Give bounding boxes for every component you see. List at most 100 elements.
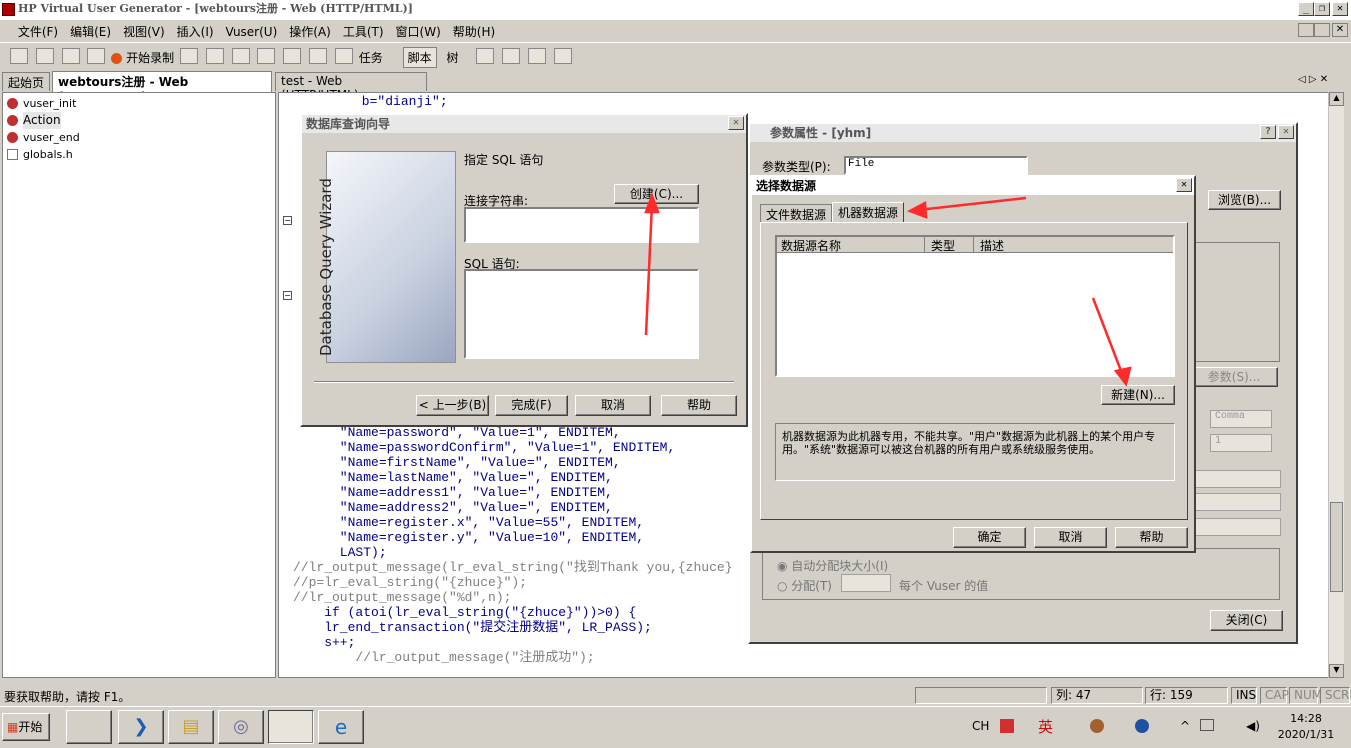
compile-icon[interactable]: [257, 48, 276, 64]
tree-view-button[interactable]: 树: [446, 49, 458, 66]
explorer-icon[interactable]: ▤: [168, 710, 214, 744]
volume-icon[interactable]: ◀): [1246, 719, 1260, 733]
collapse-icon[interactable]: −: [283, 291, 292, 300]
menu-edit[interactable]: 编辑(E): [64, 20, 117, 43]
alloc-count-input[interactable]: [841, 574, 891, 592]
cascade-icon[interactable]: [553, 48, 572, 64]
ime-indicator[interactable]: 英: [1038, 716, 1053, 737]
tab-start-page[interactable]: 起始页: [2, 72, 50, 91]
param-type-select[interactable]: File: [844, 156, 1028, 175]
scroll-down-arrow[interactable]: ▼: [1329, 664, 1344, 678]
connection-string-input[interactable]: [464, 207, 699, 243]
tray-icon[interactable]: [1135, 719, 1149, 733]
record-button[interactable]: 开始录制: [111, 49, 174, 66]
tray-icon[interactable]: [1090, 719, 1104, 733]
help-button[interactable]: 帮助: [661, 395, 737, 416]
cancel-button[interactable]: 取消: [575, 395, 651, 416]
run-icon[interactable]: [179, 48, 198, 64]
vugen-taskbar-icon[interactable]: [268, 710, 314, 744]
column-name-header[interactable]: 数据源名称: [781, 237, 841, 254]
scroll-up-arrow[interactable]: ▲: [1329, 92, 1344, 106]
menu-vuser[interactable]: Vuser(U): [220, 22, 284, 42]
data-source-list[interactable]: 数据源名称 类型 描述: [775, 235, 1175, 377]
start-button[interactable]: ▦开始: [2, 713, 50, 741]
browse-button[interactable]: 浏览(B)...: [1208, 190, 1281, 210]
tasks-button[interactable]: 任务: [359, 49, 383, 66]
help-icon[interactable]: ?: [1260, 125, 1276, 139]
window-icon[interactable]: [527, 48, 546, 64]
create-button[interactable]: 创建(C)...: [614, 184, 699, 204]
menu-window[interactable]: 窗口(W): [390, 20, 447, 43]
editor-scrollbar[interactable]: ▲ ▼: [1328, 92, 1344, 678]
tab-scroll-arrows[interactable]: ◁ ▷ ✕: [1298, 74, 1328, 85]
auto-alloc-radio[interactable]: ◉ 自动分配块大小(I): [777, 557, 888, 574]
select-row-select[interactable]: [1195, 470, 1281, 488]
back-button[interactable]: < 上一步(B): [416, 395, 489, 416]
cancel-button[interactable]: 取消: [1034, 527, 1107, 548]
close-icon[interactable]: ✕: [1278, 125, 1294, 139]
menu-file[interactable]: 文件(F): [12, 20, 64, 43]
tree-item-action[interactable]: Action: [3, 112, 275, 129]
close-icon[interactable]: ✕: [728, 116, 744, 130]
save-icon[interactable]: [61, 48, 80, 64]
delimiter-select[interactable]: Comma: [1210, 410, 1272, 428]
ok-button[interactable]: 确定: [953, 527, 1026, 548]
tree-item-globals[interactable]: globals.h: [3, 146, 275, 163]
new-icon[interactable]: [10, 48, 28, 64]
mdi-minimize-button[interactable]: [1298, 23, 1314, 37]
minimize-button[interactable]: _: [1298, 2, 1314, 16]
server-manager-icon[interactable]: [66, 710, 112, 744]
clock[interactable]: 14:28 2020/1/31: [1276, 711, 1336, 743]
sql-input[interactable]: [464, 269, 699, 359]
find-icon[interactable]: [87, 48, 106, 64]
extra-icon[interactable]: [334, 48, 353, 64]
collapse-icon[interactable]: −: [283, 216, 292, 225]
mdi-close-button[interactable]: ✕: [1332, 23, 1348, 37]
update-value-select[interactable]: [1195, 493, 1281, 511]
finish-button[interactable]: 完成(F): [495, 395, 568, 416]
menu-insert[interactable]: 插入(I): [171, 20, 220, 43]
close-button[interactable]: 关闭(C): [1210, 610, 1283, 631]
stop-icon[interactable]: [205, 48, 224, 64]
powershell-icon[interactable]: ❯: [118, 710, 164, 744]
tab-test[interactable]: test - Web (HTTP/HTML): [275, 72, 427, 102]
param-button[interactable]: 参数(S)...: [1190, 367, 1278, 387]
close-icon[interactable]: ✕: [1176, 178, 1192, 192]
menu-tools[interactable]: 工具(T): [337, 20, 390, 43]
mdi-restore-button[interactable]: [1314, 23, 1330, 37]
first-row-input[interactable]: 1: [1210, 434, 1272, 452]
scroll-thumb[interactable]: [1330, 502, 1343, 592]
pause-icon[interactable]: [231, 48, 250, 64]
column-type-header[interactable]: 类型: [931, 237, 955, 254]
open-icon[interactable]: [35, 48, 54, 64]
ime-icon[interactable]: [1000, 719, 1014, 733]
menu-view[interactable]: 视图(V): [117, 20, 171, 43]
taskbar: ▦开始 ❯ ▤ ◎ e CH 英 ^ ◀) 14:28 2020/1/31: [0, 706, 1351, 748]
script-view-button[interactable]: 脚本: [402, 47, 437, 68]
close-button[interactable]: ✕: [1332, 2, 1348, 16]
column-desc-header[interactable]: 描述: [980, 237, 1004, 254]
param-icon[interactable]: [309, 48, 328, 64]
tree-item-vuser-end[interactable]: vuser_end: [3, 129, 275, 146]
menu-help[interactable]: 帮助(H): [447, 20, 501, 43]
new-data-source-button[interactable]: 新建(N)...: [1101, 385, 1175, 405]
restore-button[interactable]: ❐: [1314, 2, 1330, 16]
when-out-select[interactable]: [1195, 518, 1281, 536]
output-icon[interactable]: [476, 48, 495, 64]
tree-item-vuser-init[interactable]: vuser_init: [3, 95, 275, 112]
tab-webtours[interactable]: webtours注册 - Web (HTTP/HTML): [52, 71, 272, 104]
snapshot-icon[interactable]: [502, 48, 521, 64]
help-button[interactable]: 帮助: [1115, 527, 1188, 548]
network-icon[interactable]: [1200, 719, 1214, 731]
app-icon[interactable]: ◎: [218, 710, 264, 744]
list-header: 数据源名称 类型 描述: [777, 236, 1173, 254]
tab-file-data-source[interactable]: 文件数据源: [760, 204, 833, 223]
breakpoint-icon[interactable]: [283, 48, 302, 64]
menu-actions[interactable]: 操作(A): [283, 20, 337, 43]
status-hint: 要获取帮助，请按 F1。: [4, 690, 131, 704]
alloc-radio[interactable]: ○ 分配(T): [777, 577, 832, 594]
tab-machine-data-source[interactable]: 机器数据源: [832, 202, 905, 223]
language-indicator[interactable]: CH: [972, 719, 989, 733]
ie-icon[interactable]: e: [318, 710, 364, 744]
tray-expand-icon[interactable]: ^: [1180, 719, 1190, 733]
